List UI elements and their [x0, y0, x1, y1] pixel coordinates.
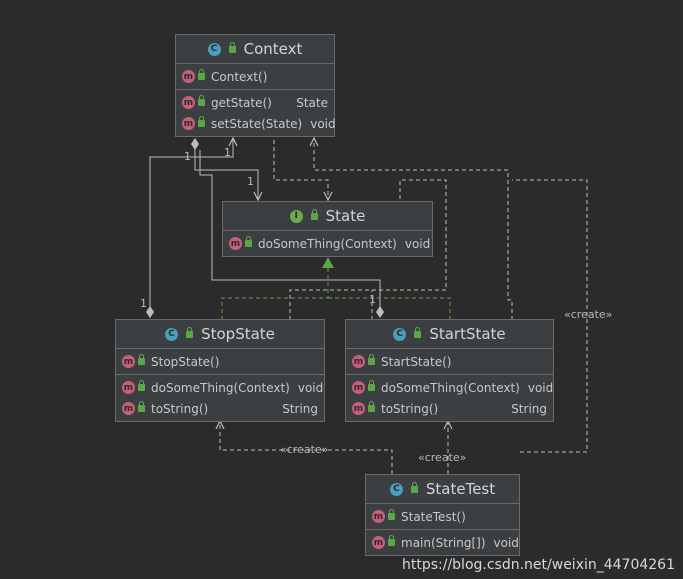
public-lock-icon — [388, 535, 395, 546]
method-icon: m — [372, 510, 385, 523]
abstract-method-icon: m — [229, 237, 242, 250]
multiplicity-label: 1 — [140, 297, 147, 310]
member-row[interactable]: m toString() String — [346, 398, 553, 419]
class-header: C StartState — [346, 320, 553, 349]
public-lock-icon — [198, 95, 205, 106]
class-name: StateTest — [425, 480, 496, 498]
class-context[interactable]: C Context m Context() m getState() State… — [175, 34, 336, 137]
methods-section: m doSomeThing(Context) void — [223, 231, 432, 256]
member-row[interactable]: m getState() State — [176, 92, 334, 113]
public-lock-icon — [368, 354, 375, 365]
public-lock-icon — [228, 41, 236, 53]
method-icon: m — [122, 355, 135, 368]
class-header: I State — [223, 202, 432, 231]
method-icon: m — [182, 96, 195, 109]
relationship-lines — [146, 0, 588, 474]
class-header: C StopState — [116, 320, 324, 349]
member-row[interactable]: m StopState() — [116, 351, 324, 372]
stopstate-realization — [221, 262, 329, 320]
class-icon: C — [165, 327, 179, 341]
member-row[interactable]: m doSomeThing(Context) void — [346, 377, 553, 398]
constructors-section: m StartState() — [346, 349, 553, 375]
public-lock-icon — [368, 380, 375, 391]
class-name: State — [325, 207, 366, 225]
public-lock-icon — [410, 481, 418, 493]
context-to-state-dependency — [273, 140, 328, 200]
public-lock-icon — [138, 354, 145, 365]
public-lock-icon — [310, 208, 318, 220]
member-row[interactable]: m StartState() — [346, 351, 553, 372]
class-name: StartState — [429, 325, 506, 343]
method-icon: m — [182, 70, 195, 83]
method-icon: m — [122, 402, 135, 415]
public-lock-icon — [138, 380, 145, 391]
method-icon: m — [182, 117, 195, 130]
watermark: https://blog.csdn.net/weixin_44704261 — [401, 557, 675, 573]
class-name: Context — [243, 40, 303, 58]
methods-section: m doSomeThing(Context) void m toString()… — [116, 375, 324, 421]
constructors-section: m Context() — [176, 64, 334, 90]
public-lock-icon — [414, 326, 422, 338]
multiplicity-label: 1 — [369, 293, 376, 306]
member-row[interactable]: m toString() String — [116, 398, 324, 419]
stopstate-context-association — [149, 138, 233, 312]
class-startstate[interactable]: C StartState m StartState() m doSomeThin… — [345, 319, 554, 422]
create-label: «create» — [418, 451, 467, 464]
methods-section: m doSomeThing(Context) void m toString()… — [346, 375, 553, 421]
member-row[interactable]: m doSomeThing(Context) void — [223, 233, 432, 254]
class-icon: C — [393, 327, 407, 341]
public-lock-icon — [388, 509, 395, 520]
multiplicity-label: 1 — [224, 146, 231, 159]
interface-state[interactable]: I State m doSomeThing(Context) void — [222, 201, 433, 257]
member-row[interactable]: m setState(State) void — [176, 113, 336, 134]
class-stopstate[interactable]: C StopState m StopState() m doSomeThing(… — [115, 319, 325, 422]
member-row[interactable]: m main(String[]) void — [366, 532, 519, 553]
create-label: «create» — [564, 308, 613, 321]
public-lock-icon — [198, 116, 205, 127]
multiplicity-label: 1 — [247, 175, 254, 188]
method-icon: m — [122, 381, 135, 394]
methods-section: m getState() State m setState(State) voi… — [176, 90, 336, 136]
constructors-section: m StopState() — [116, 349, 324, 375]
public-lock-icon — [368, 401, 375, 412]
static-method-icon: m — [372, 536, 385, 549]
class-statetest[interactable]: C StateTest m StateTest() m main(String[… — [365, 474, 520, 556]
public-lock-icon — [186, 326, 194, 338]
class-name: StopState — [201, 325, 275, 343]
multiplicity-label: 1 — [184, 150, 191, 163]
method-icon: m — [352, 402, 365, 415]
class-icon: C — [207, 42, 221, 56]
member-row[interactable]: m doSomeThing(Context) void — [116, 377, 324, 398]
public-lock-icon — [138, 401, 145, 412]
method-icon: m — [352, 355, 365, 368]
constructors-section: m StateTest() — [366, 504, 519, 530]
startstate-realization — [328, 297, 451, 320]
class-icon: C — [389, 482, 403, 496]
member-row[interactable]: m StateTest() — [366, 506, 519, 527]
member-row[interactable]: m Context() — [176, 66, 334, 87]
create-label: «create» — [280, 443, 329, 456]
public-lock-icon — [245, 236, 252, 247]
methods-section: m main(String[]) void — [366, 530, 519, 555]
public-lock-icon — [198, 69, 205, 80]
interface-icon: I — [289, 209, 303, 223]
class-header: C StateTest — [366, 475, 519, 504]
method-icon: m — [352, 381, 365, 394]
class-header: C Context — [176, 35, 334, 64]
